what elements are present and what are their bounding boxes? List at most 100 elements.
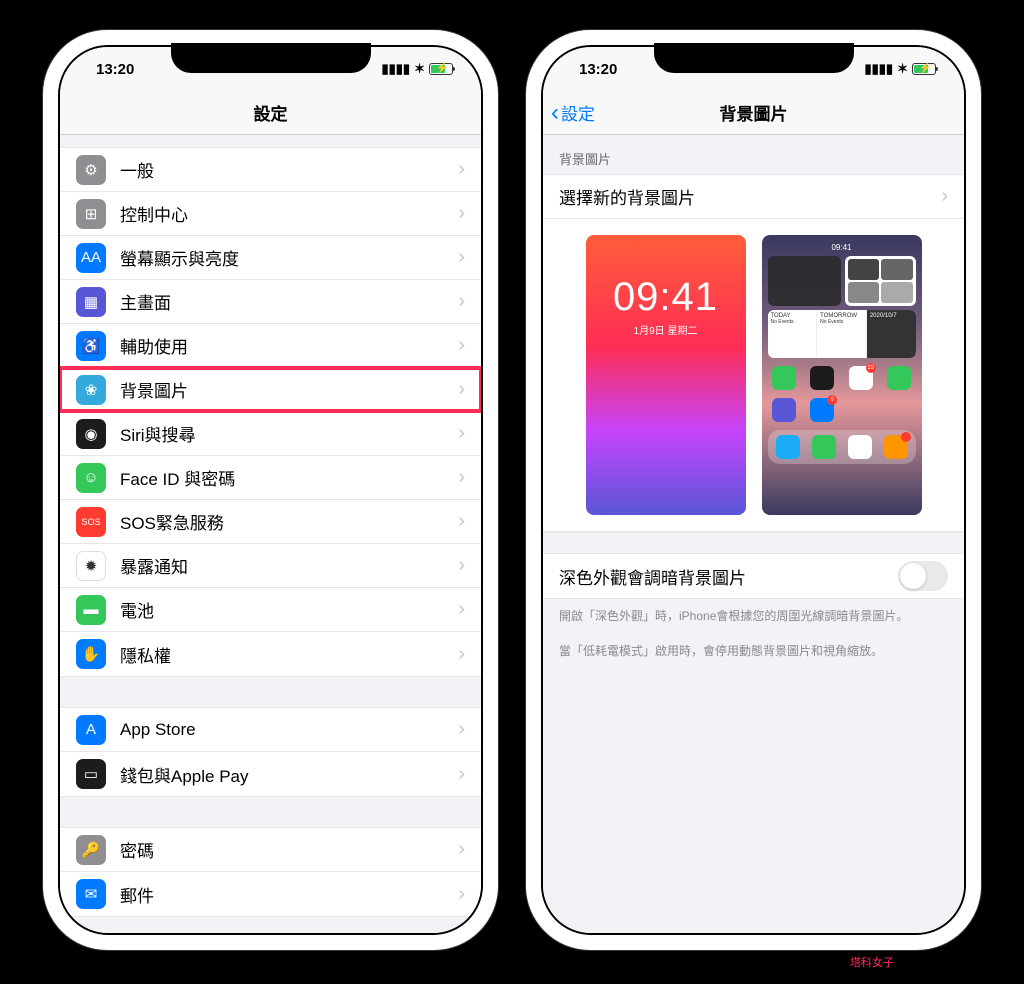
row-label: 電池 xyxy=(120,597,458,622)
settings-row-siri[interactable]: ◉Siri與搜尋› xyxy=(60,412,481,456)
nav-title: 背景圖片 xyxy=(720,100,788,125)
lock-preview-time: 09:41 xyxy=(586,275,746,320)
chevron-left-icon: ‹ xyxy=(551,99,559,127)
settings-row-wallpaper[interactable]: ❀ 背景圖片› xyxy=(60,368,481,412)
settings-row-passwords[interactable]: 🔑密碼› xyxy=(60,828,481,872)
app-icon xyxy=(810,366,834,390)
footer-text-1: 開啟「深色外觀」時，iPhone會根據您的周圍光線調暗背景圖片。 xyxy=(543,599,964,634)
app-icon xyxy=(772,398,796,422)
row-label: 隱私權 xyxy=(120,642,458,667)
settings-group: 🔑密碼› ✉ 郵件› xyxy=(60,827,481,917)
app-icon xyxy=(887,366,911,390)
watermark: 塔科女子 xyxy=(850,954,894,970)
settings-row-gear[interactable]: ⚙一般› xyxy=(60,148,481,192)
chevron-right-icon: › xyxy=(458,510,465,533)
accessibility-icon: ♿ xyxy=(76,331,106,361)
row-label: Face ID 與密碼 xyxy=(120,465,458,490)
lock-preview-date: 1月9日 星期二 xyxy=(586,322,746,337)
wallpaper-content[interactable]: 背景圖片 選擇新的背景圖片 › 09:41 1月9日 星期二 xyxy=(543,135,964,933)
chevron-right-icon: › xyxy=(458,422,465,445)
dock-mail-icon xyxy=(776,435,800,459)
settings-row-appstore[interactable]: AApp Store› xyxy=(60,708,481,752)
settings-list[interactable]: ⚙一般›⊞控制中心›AA螢幕顯示與亮度›▦主畫面›♿輔助使用›❀背景圖片›◉Si… xyxy=(60,135,481,933)
siri-icon: ◉ xyxy=(76,419,106,449)
app-icon: 9 xyxy=(810,398,834,422)
chevron-right-icon: › xyxy=(458,718,465,741)
cellular-icon: ▮▮▮▮ xyxy=(864,61,893,77)
wifi-icon: ✶ xyxy=(897,61,908,77)
notch xyxy=(171,43,371,73)
chevron-right-icon: › xyxy=(458,158,465,181)
row-label: App Store xyxy=(120,720,458,740)
wallet-icon: ▭ xyxy=(76,759,106,789)
choose-wallpaper-row[interactable]: 選擇新的背景圖片 › xyxy=(543,175,964,219)
battery-icon: ▬ xyxy=(76,595,106,625)
chevron-right-icon: › xyxy=(941,185,948,208)
control-center-icon: ⊞ xyxy=(76,199,106,229)
chevron-right-icon: › xyxy=(458,334,465,357)
section-header: 背景圖片 xyxy=(543,135,964,174)
screen-right: 13:20 ▮▮▮▮ ✶ ⚡ ‹ 設定 背景圖片 背景圖片 選擇新的背景圖片 xyxy=(541,45,966,935)
lock-screen-preview[interactable]: 09:41 1月9日 星期二 xyxy=(586,235,746,515)
nav-bar: ‹ 設定 背景圖片 xyxy=(543,91,964,135)
row-label: SOS緊急服務 xyxy=(120,509,458,534)
row-label: 暴露通知 xyxy=(120,553,458,578)
row-label: 錢包與Apple Pay xyxy=(120,762,458,787)
gear-icon: ⚙ xyxy=(76,155,106,185)
notch xyxy=(654,43,854,73)
settings-row-accessibility[interactable]: ♿ 輔助使用› xyxy=(60,324,481,368)
toggle-switch[interactable] xyxy=(898,561,948,591)
status-time: 13:20 xyxy=(579,61,617,78)
mail-icon: ✉ xyxy=(76,879,106,909)
row-label: 深色外觀會調暗背景圖片 xyxy=(559,564,898,589)
settings-group: AApp Store› ▭ 錢包與Apple Pay› xyxy=(60,707,481,797)
chevron-right-icon: › xyxy=(458,466,465,489)
back-label: 設定 xyxy=(561,100,595,125)
settings-row-battery[interactable]: ▬電池› xyxy=(60,588,481,632)
app-icon xyxy=(772,366,796,390)
settings-row-home-screen[interactable]: ▦主畫面› xyxy=(60,280,481,324)
privacy-icon: ✋ xyxy=(76,639,106,669)
chevron-right-icon: › xyxy=(458,290,465,313)
row-label: 背景圖片 xyxy=(120,377,458,402)
nav-title: 設定 xyxy=(254,100,288,125)
settings-row-faceid[interactable]: ☺Face ID 與密碼› xyxy=(60,456,481,500)
chevron-right-icon: › xyxy=(458,246,465,269)
wallpaper-icon: ❀ xyxy=(76,375,106,405)
battery-icon: ⚡ xyxy=(429,63,453,75)
settings-row-control-center[interactable]: ⊞ 控制中心› xyxy=(60,192,481,236)
dock-safari-icon xyxy=(848,435,872,459)
dock-app-icon xyxy=(884,435,908,459)
chevron-right-icon: › xyxy=(458,838,465,861)
row-label: 郵件 xyxy=(120,882,458,907)
settings-row-sos[interactable]: SOSSOS緊急服務› xyxy=(60,500,481,544)
chevron-right-icon: › xyxy=(458,763,465,786)
status-indicators: ▮▮▮▮ ✶ ⚡ xyxy=(381,61,453,77)
phone-frame-left: 13:20 ▮▮▮▮ ✶ ⚡ 設定 ⚙一般›⊞控制中心›AA螢幕顯示與亮度›▦主… xyxy=(43,30,498,950)
status-time: 13:20 xyxy=(96,61,134,78)
phone-frame-right: 13:20 ▮▮▮▮ ✶ ⚡ ‹ 設定 背景圖片 背景圖片 選擇新的背景圖片 xyxy=(526,30,981,950)
row-label: 選擇新的背景圖片 xyxy=(559,184,941,209)
status-indicators: ▮▮▮▮ ✶ ⚡ xyxy=(864,61,936,77)
settings-row-privacy[interactable]: ✋隱私權› xyxy=(60,632,481,676)
badge xyxy=(901,432,911,442)
badge: 19 xyxy=(866,363,876,373)
chevron-right-icon: › xyxy=(458,378,465,401)
settings-row-wallet[interactable]: ▭ 錢包與Apple Pay› xyxy=(60,752,481,796)
row-label: 輔助使用 xyxy=(120,333,458,358)
chevron-right-icon: › xyxy=(458,202,465,225)
chevron-right-icon: › xyxy=(458,883,465,906)
row-label: 控制中心 xyxy=(120,201,458,226)
dark-dim-toggle-row[interactable]: 深色外觀會調暗背景圖片 xyxy=(543,554,964,598)
footer-text-2: 當「低耗電模式」啟用時，會停用動態背景圖片和視角縮放。 xyxy=(543,634,964,669)
row-label: 主畫面 xyxy=(120,289,458,314)
screen-left: 13:20 ▮▮▮▮ ✶ ⚡ 設定 ⚙一般›⊞控制中心›AA螢幕顯示與亮度›▦主… xyxy=(58,45,483,935)
home-screen-preview[interactable]: 09:41 TODAYNo Events xyxy=(762,235,922,515)
row-label: 螢幕顯示與亮度 xyxy=(120,245,458,270)
wifi-icon: ✶ xyxy=(414,61,425,77)
settings-row-exposure[interactable]: ✹暴露通知› xyxy=(60,544,481,588)
settings-row-mail[interactable]: ✉ 郵件› xyxy=(60,872,481,916)
back-button[interactable]: ‹ 設定 xyxy=(551,99,595,127)
settings-row-display[interactable]: AA 螢幕顯示與亮度› xyxy=(60,236,481,280)
display-icon: AA xyxy=(76,243,106,273)
